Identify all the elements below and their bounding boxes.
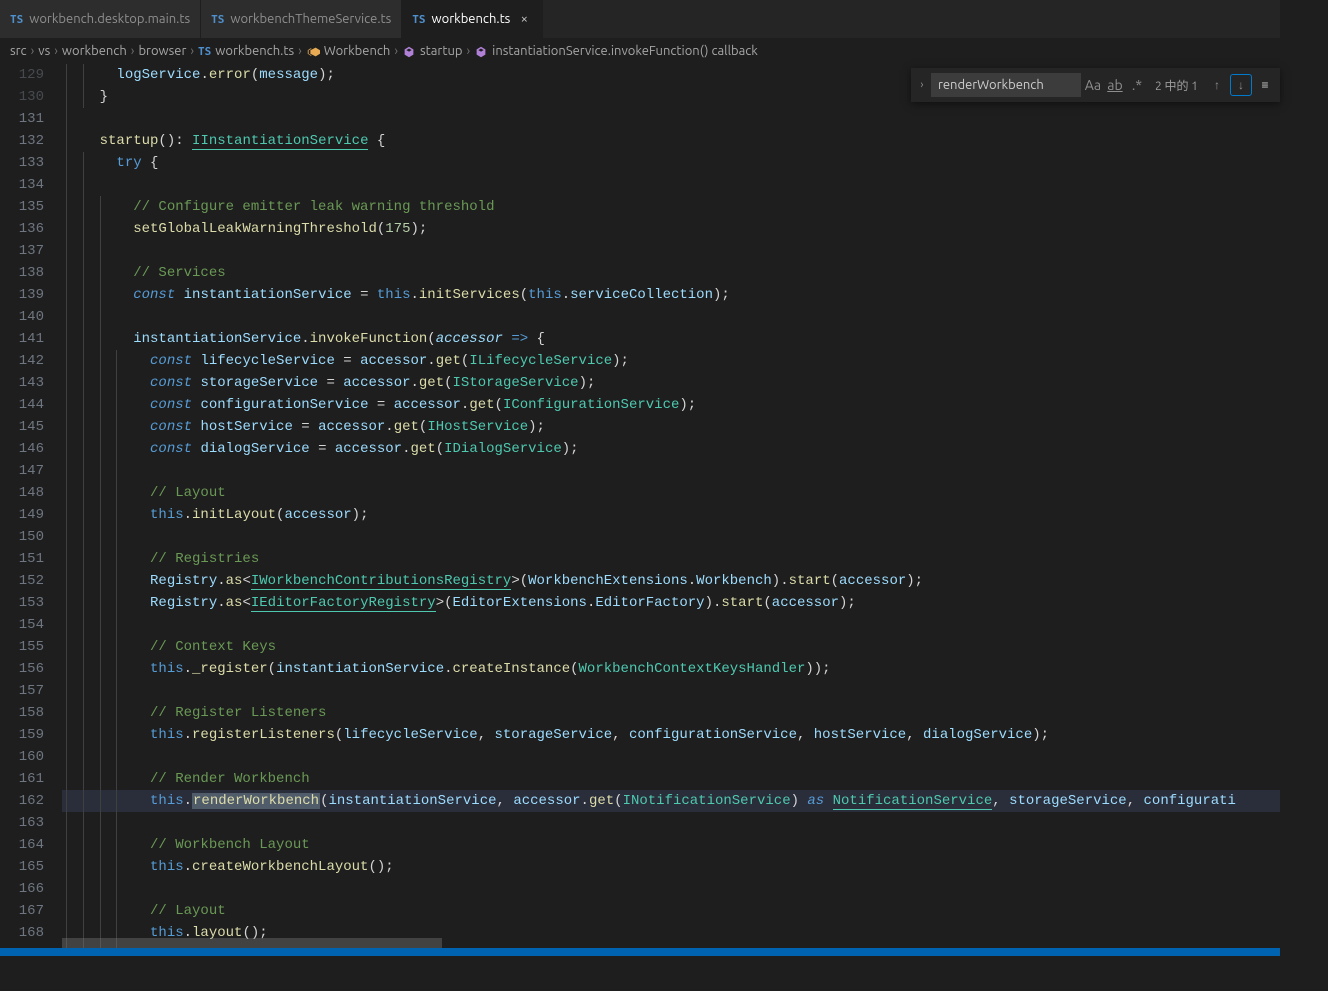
find-menu-icon[interactable]: ≡ <box>1254 74 1276 96</box>
horizontal-scrollbar[interactable] <box>62 938 1280 948</box>
chevron-right-icon: › <box>190 44 194 58</box>
typescript-icon: TS <box>10 13 23 26</box>
chevron-right-icon: › <box>131 44 135 58</box>
class-icon <box>306 45 320 62</box>
tab-label: workbench.ts <box>432 12 511 26</box>
next-match-button[interactable]: ↓ <box>1230 74 1252 96</box>
tab-label: workbench.desktop.main.ts <box>29 12 190 26</box>
use-regex-toggle[interactable]: .* <box>1127 75 1147 95</box>
chevron-right-icon: › <box>394 44 398 58</box>
breadcrumb-class[interactable]: Workbench <box>324 44 391 58</box>
breadcrumb-item[interactable]: browser <box>138 44 186 58</box>
match-count-label: 2 中的 1 <box>1155 77 1198 94</box>
chevron-right-icon: › <box>467 44 471 58</box>
method-icon <box>402 45 416 62</box>
breadcrumb-method[interactable]: startup <box>420 44 462 58</box>
tab-label: workbenchThemeService.ts <box>230 12 391 26</box>
chevron-right-icon: › <box>31 44 35 58</box>
windows-taskbar[interactable] <box>0 948 1280 956</box>
code-editor[interactable]: 1291301311321331341351361371381391401411… <box>0 64 1280 948</box>
find-widget: › Aa ab .* 2 中的 1 ↑ ↓ ≡ <box>911 68 1280 102</box>
previous-match-button[interactable]: ↑ <box>1206 74 1228 96</box>
line-number-gutter: 1291301311321331341351361371381391401411… <box>0 64 62 948</box>
chevron-right-icon: › <box>298 44 302 58</box>
method-icon <box>474 45 488 62</box>
chevron-right-icon: › <box>54 44 58 58</box>
editor-tab-bar: TS workbench.desktop.main.ts TS workbenc… <box>0 0 1280 38</box>
tab-workbench-active[interactable]: TS workbench.ts × <box>402 0 543 38</box>
typescript-icon: TS <box>198 45 211 58</box>
tab-workbench-theme-service[interactable]: TS workbenchThemeService.ts <box>201 0 402 38</box>
breadcrumb-callback[interactable]: instantiationService.invokeFunction() ca… <box>492 44 758 58</box>
breadcrumb-item[interactable]: src <box>10 44 27 58</box>
breadcrumb-item[interactable]: workbench <box>62 44 127 58</box>
match-case-toggle[interactable]: Aa <box>1083 75 1103 95</box>
breadcrumb: src › vs › workbench › browser › TS work… <box>0 38 1280 64</box>
scrollbar-thumb[interactable] <box>62 938 442 948</box>
find-input[interactable] <box>931 73 1081 97</box>
tab-workbench-desktop-main[interactable]: TS workbench.desktop.main.ts <box>0 0 201 38</box>
code-content[interactable]: logService.error(message); } startup(): … <box>62 64 1280 948</box>
breadcrumb-file[interactable]: workbench.ts <box>215 44 294 58</box>
breadcrumb-item[interactable]: vs <box>38 44 50 58</box>
match-whole-word-toggle[interactable]: ab <box>1105 75 1125 95</box>
expand-replace-toggle[interactable]: › <box>915 68 929 102</box>
close-icon[interactable]: × <box>516 12 532 26</box>
typescript-icon: TS <box>412 13 425 26</box>
typescript-icon: TS <box>211 13 224 26</box>
